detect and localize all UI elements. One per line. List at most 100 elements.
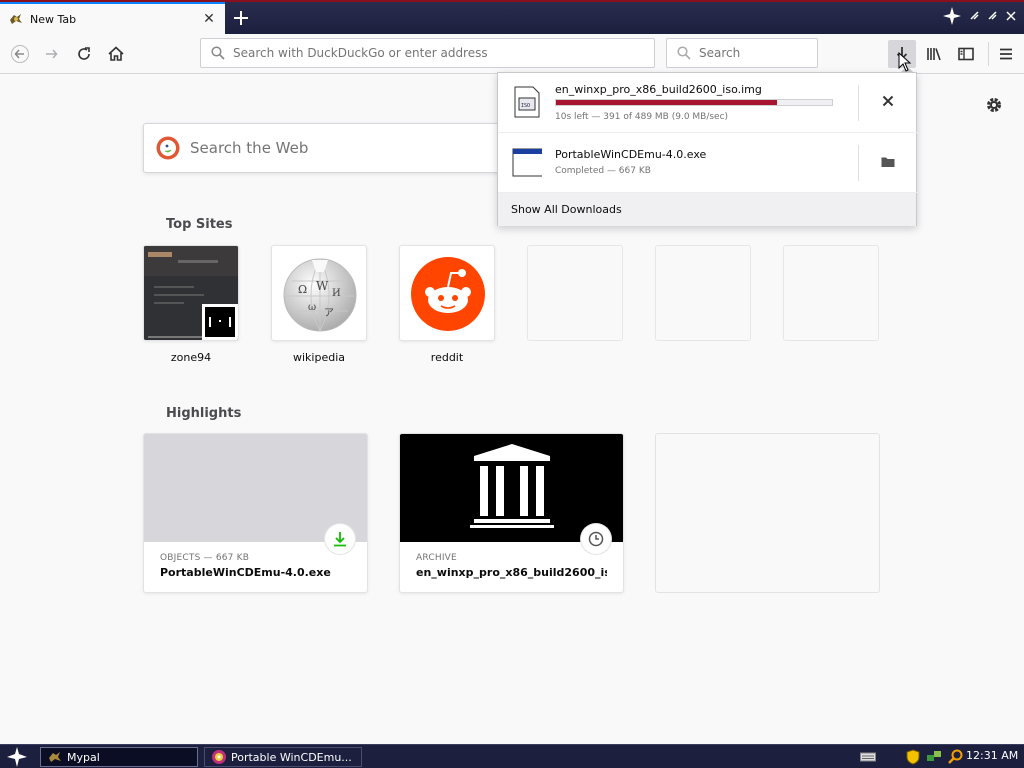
- highlight-title: en_winxp_pro_x86_build2600_is...: [416, 566, 607, 579]
- download-status: Completed — 667 KB: [555, 166, 651, 176]
- highlight-card-winxp[interactable]: ARCHIVE en_winxp_pro_x86_build2600_is...: [399, 433, 624, 593]
- empty-tile: [783, 245, 879, 341]
- highlight-title: PortableWinCDEmu-4.0.exe: [160, 566, 331, 579]
- highlight-thumbnail: [400, 434, 623, 554]
- search-input[interactable]: [699, 46, 817, 60]
- hamburger-menu-icon: [1000, 48, 1012, 60]
- library-icon: [927, 48, 941, 61]
- mypal-icon: [49, 752, 61, 762]
- top-site-empty: [527, 245, 623, 341]
- svg-text:W: W: [316, 279, 329, 293]
- forward-button[interactable]: [38, 40, 66, 68]
- taskbar: Mypal Portable WinCDEmu... 12:31 AM: [0, 744, 1024, 768]
- zone94-favicon: [202, 304, 238, 340]
- url-bar[interactable]: [200, 38, 655, 68]
- taskbar-item-wincdemu[interactable]: Portable WinCDEmu...: [204, 747, 362, 767]
- highlight-badge: [581, 524, 611, 554]
- back-arrow-icon: [11, 45, 29, 63]
- gear-icon[interactable]: [984, 95, 1004, 115]
- highlight-badge: [325, 524, 355, 554]
- star-icon: [943, 7, 961, 25]
- svg-text:ア: ア: [324, 308, 334, 319]
- top-site-empty: [655, 245, 751, 341]
- reload-icon: [78, 47, 90, 60]
- shield-icon[interactable]: [906, 749, 920, 765]
- top-site-reddit[interactable]: reddit: [399, 245, 495, 364]
- top-site-zone94[interactable]: zone94: [143, 245, 239, 364]
- taskbar-item-label: Mypal: [67, 750, 100, 764]
- sidebar-icon: [958, 47, 974, 61]
- tab-new-tab[interactable]: New Tab ✕: [0, 2, 225, 34]
- highlights-heading: Highlights: [166, 406, 242, 421]
- network-icon[interactable]: [926, 749, 942, 765]
- empty-tile: [655, 245, 751, 341]
- svg-text:ω: ω: [308, 302, 316, 313]
- keyboard-icon[interactable]: [860, 751, 876, 763]
- web-search-input[interactable]: [190, 139, 490, 157]
- show-all-downloads-button[interactable]: Show All Downloads: [498, 193, 916, 226]
- back-button[interactable]: [6, 40, 34, 68]
- window-controls: [968, 2, 1024, 32]
- new-tab-button[interactable]: [230, 7, 252, 29]
- download-item-wincdemu[interactable]: PortableWinCDEmu-4.0.exe Completed — 667…: [498, 133, 918, 193]
- highlight-type: ARCHIVE: [416, 553, 457, 563]
- download-item-separator: [858, 85, 859, 121]
- start-menu-icon[interactable]: [6, 747, 28, 767]
- downloads-panel: ISO en_winxp_pro_x86_build2600_iso.img 1…: [497, 72, 918, 226]
- top-sites-heading: Top Sites: [166, 217, 233, 232]
- open-folder-button[interactable]: [876, 150, 900, 174]
- close-icon: [882, 95, 894, 107]
- tab-strip: New Tab ✕: [0, 0, 1024, 34]
- folder-icon: [881, 157, 895, 167]
- download-item-winxp[interactable]: ISO en_winxp_pro_x86_build2600_iso.img 1…: [498, 73, 918, 133]
- plus-icon: [234, 11, 248, 25]
- taskbar-item-mypal[interactable]: Mypal: [40, 747, 198, 767]
- download-icon: [334, 532, 346, 547]
- top-site-label: reddit: [430, 351, 464, 364]
- menu-button[interactable]: [992, 40, 1020, 68]
- system-tray-icons: [906, 748, 964, 766]
- tab-close-icon[interactable]: ✕: [201, 11, 217, 27]
- top-sites-grid: zone94 Ω W И ω ア wikipedia reddit: [143, 245, 883, 375]
- cancel-download-button[interactable]: [876, 89, 900, 113]
- wikipedia-globe-icon: Ω W И ω ア: [283, 258, 357, 332]
- highlights-grid: OBJECTS — 667 KB PortableWinCDEmu-4.0.ex…: [143, 433, 883, 595]
- forward-arrow-icon: [46, 49, 58, 59]
- top-site-wikipedia[interactable]: Ω W И ω ア wikipedia: [271, 245, 367, 364]
- search-icon: [677, 46, 691, 60]
- magnifier-icon[interactable]: [948, 749, 964, 765]
- reddit-thumbnail: [399, 245, 495, 341]
- duckduckgo-icon: [156, 136, 180, 160]
- wikipedia-thumbnail: Ω W И ω ア: [271, 245, 367, 341]
- top-site-empty: [783, 245, 879, 341]
- download-filename: PortableWinCDEmu-4.0.exe: [555, 148, 707, 161]
- home-icon: [108, 46, 124, 61]
- mouse-cursor-icon: [898, 52, 912, 72]
- search-bar[interactable]: [666, 38, 818, 68]
- library-button[interactable]: [920, 40, 948, 68]
- sidebar-button[interactable]: [952, 40, 980, 68]
- show-all-downloads-label: Show All Downloads: [511, 203, 622, 216]
- download-progress-bar: [555, 99, 833, 106]
- navigation-toolbar: [0, 34, 1024, 74]
- application-window-icon: [512, 148, 542, 177]
- zone94-thumbnail: [143, 245, 239, 341]
- home-button[interactable]: [102, 40, 130, 68]
- empty-tile: [527, 245, 623, 341]
- minimize-icon[interactable]: [968, 10, 982, 24]
- clock-icon: [588, 531, 604, 547]
- taskbar-item-label: Portable WinCDEmu...: [231, 750, 352, 764]
- wincdemu-icon: [212, 750, 226, 764]
- highlight-card-wincdemu[interactable]: OBJECTS — 667 KB PortableWinCDEmu-4.0.ex…: [143, 433, 368, 593]
- maximize-icon[interactable]: [986, 10, 1000, 24]
- reddit-icon: [411, 257, 485, 331]
- download-filename: en_winxp_pro_x86_build2600_iso.img: [555, 83, 762, 96]
- system-tray: [860, 748, 876, 766]
- close-window-icon[interactable]: [1004, 10, 1018, 24]
- tab-title: New Tab: [30, 12, 77, 26]
- download-item-separator: [858, 145, 859, 181]
- download-status: 10s left — 391 of 489 MB (9.0 MB/sec): [555, 112, 729, 122]
- url-input[interactable]: [233, 46, 654, 60]
- reload-button[interactable]: [70, 40, 98, 68]
- download-progress-fill: [556, 100, 777, 105]
